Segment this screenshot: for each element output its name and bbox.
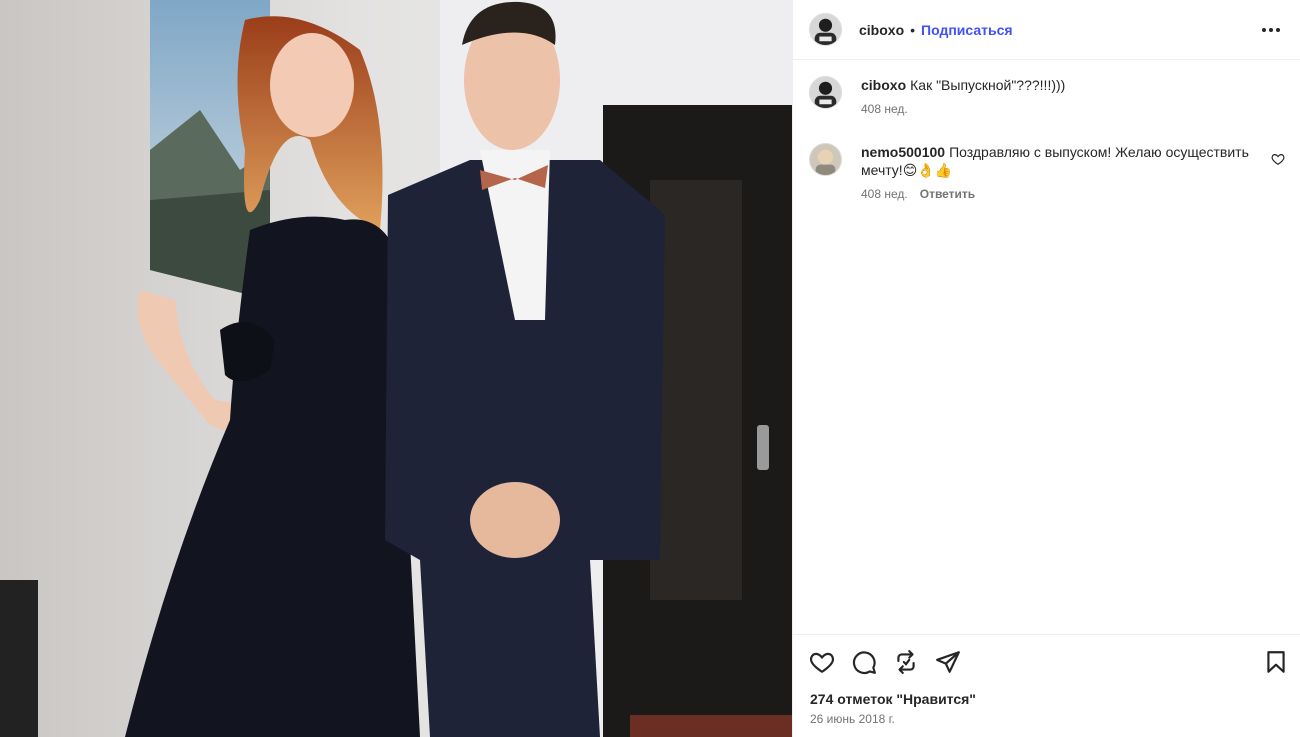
comment-time[interactable]: 408 нед.: [861, 102, 908, 116]
follow-button[interactable]: Подписаться: [921, 22, 1013, 38]
comment-meta: 408 нед. Ответить: [861, 187, 1285, 201]
photo-illustration: [0, 0, 792, 737]
likes-count[interactable]: 274 отметок "Нравится": [810, 691, 976, 707]
comments-list[interactable]: ciboxo Как "Выпускной"???!!!))) 408 нед. …: [793, 61, 1300, 633]
header-separator: •: [910, 21, 916, 38]
post-details-panel: ciboxo • Подписаться ciboxo Как "Выпускно…: [792, 0, 1300, 737]
more-horizontal-icon: [1262, 28, 1280, 32]
author-avatar[interactable]: [809, 13, 842, 46]
avatar-photo: [810, 14, 841, 45]
avatar-photo: [810, 144, 841, 175]
repost-icon[interactable]: [893, 649, 919, 675]
reply-button[interactable]: Ответить: [920, 187, 975, 201]
post-date[interactable]: 26 июнь 2018 г.: [810, 712, 895, 726]
comment-meta: 408 нед.: [861, 102, 1285, 116]
share-icon[interactable]: [935, 649, 961, 675]
comment-avatar[interactable]: [809, 76, 842, 109]
comment-time[interactable]: 408 нед.: [861, 187, 908, 201]
action-icons-row: [809, 649, 961, 675]
post-photo[interactable]: [0, 0, 792, 737]
comment-like-heart-icon[interactable]: [1271, 152, 1285, 166]
post-actions: 274 отметок "Нравится" 26 июнь 2018 г.: [793, 634, 1300, 737]
heart-icon[interactable]: [809, 649, 835, 675]
more-options-button[interactable]: [1259, 18, 1283, 42]
bookmark-icon[interactable]: [1263, 649, 1289, 675]
caption-comment: ciboxo Как "Выпускной"???!!!))) 408 нед.: [809, 76, 1285, 116]
post-header: ciboxo • Подписаться: [793, 0, 1300, 60]
comment-username[interactable]: nemo500100: [861, 144, 945, 160]
author-username[interactable]: ciboxo: [859, 22, 904, 38]
comment-body: nemo500100 Поздравляю с выпуском! Желаю о…: [861, 143, 1285, 179]
comment-icon[interactable]: [851, 649, 877, 675]
avatar-photo: [810, 77, 841, 108]
comment-text: Как "Выпускной"???!!!))): [910, 77, 1066, 93]
comment-username[interactable]: ciboxo: [861, 77, 906, 93]
comment-avatar[interactable]: [809, 143, 842, 176]
comment-body: ciboxo Как "Выпускной"???!!!))): [861, 76, 1285, 94]
comment-item: nemo500100 Поздравляю с выпуском! Желаю о…: [809, 143, 1285, 201]
